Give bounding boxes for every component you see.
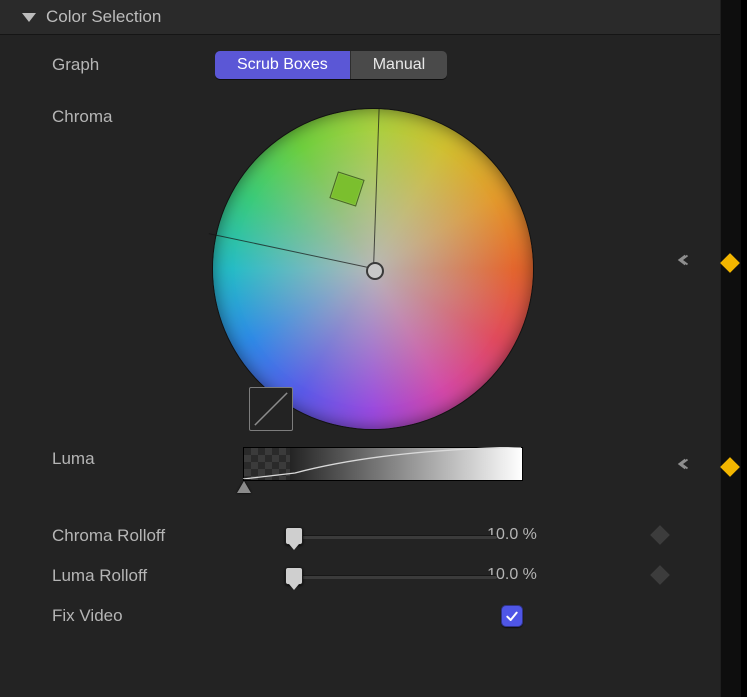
- luma-rolloff-value-unit: %: [523, 566, 537, 583]
- slider-track: [287, 575, 497, 579]
- luma-rolloff-slider[interactable]: [287, 565, 497, 587]
- graph-mode-manual[interactable]: Manual: [350, 51, 447, 79]
- luma-strip[interactable]: [243, 447, 523, 481]
- chroma-rolloff-keyframe-button[interactable]: [650, 525, 670, 545]
- curve-editor-icon: [252, 390, 290, 428]
- section-header[interactable]: Color Selection: [0, 0, 720, 35]
- chroma-reset-button[interactable]: [677, 251, 695, 274]
- slider-track: [287, 535, 497, 539]
- chroma-rolloff-label: Chroma Rolloff: [52, 520, 247, 546]
- luma-rolloff-keyframe-button[interactable]: [650, 565, 670, 585]
- reset-arrow-icon: [677, 455, 695, 473]
- graph-mode-segmented: Scrub Boxes Manual: [215, 51, 447, 79]
- luma-label: Luma: [52, 443, 207, 469]
- graph-mode-scrub-boxes[interactable]: Scrub Boxes: [215, 51, 350, 79]
- luma-keyframe-button[interactable]: [720, 457, 740, 477]
- chroma-rolloff-value-unit: %: [523, 526, 537, 543]
- fix-video-checkbox[interactable]: [501, 605, 523, 627]
- chroma-curve-editor-button[interactable]: [249, 387, 293, 431]
- slider-thumb[interactable]: [285, 527, 303, 545]
- chroma-wheel-center[interactable]: [366, 262, 384, 280]
- luma-gradient[interactable]: [243, 447, 533, 503]
- chroma-wheel[interactable]: [213, 109, 533, 429]
- chroma-keyframe-button[interactable]: [720, 253, 740, 273]
- color-selection-panel: Color Selection Graph Scrub Boxes Manual…: [0, 0, 720, 697]
- disclosure-triangle-icon[interactable]: [22, 13, 36, 22]
- luma-rolloff-label: Luma Rolloff: [52, 560, 247, 586]
- chroma-rolloff-slider[interactable]: [287, 525, 497, 547]
- graph-label: Graph: [52, 49, 207, 75]
- luma-reset-button[interactable]: [677, 455, 695, 478]
- chroma-label: Chroma: [52, 101, 207, 127]
- slider-thumb[interactable]: [285, 567, 303, 585]
- fix-video-label: Fix Video: [52, 600, 247, 626]
- luma-range-handle[interactable]: [237, 481, 251, 493]
- section-title: Color Selection: [46, 7, 161, 27]
- reset-arrow-icon: [677, 251, 695, 269]
- checkmark-icon: [504, 608, 520, 624]
